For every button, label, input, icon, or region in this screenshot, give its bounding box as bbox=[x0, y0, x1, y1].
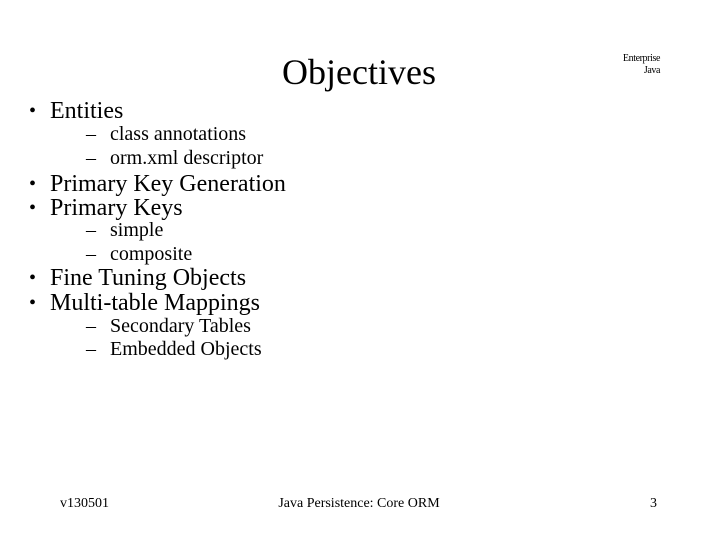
dash-icon: – bbox=[86, 123, 96, 145]
dash-icon: – bbox=[86, 219, 96, 241]
corner-label-line-1: Enterprise bbox=[622, 53, 661, 64]
slide-title: Objectives bbox=[282, 52, 436, 92]
outline-subitem-text: simple bbox=[110, 219, 164, 241]
footer-page-number: 3 bbox=[650, 496, 657, 511]
bullet-icon: • bbox=[29, 292, 37, 314]
outline-item: • Multi-table Mappings bbox=[0, 291, 720, 315]
bullet-icon: • bbox=[29, 197, 37, 219]
corner-label-line-2: Java bbox=[643, 65, 661, 76]
outline-item-text: Entities bbox=[50, 98, 124, 124]
outline-subitem-text: composite bbox=[110, 243, 193, 265]
outline-subitem-text: orm.xml descriptor bbox=[110, 147, 264, 169]
outline-item: • Primary Key Generation bbox=[0, 172, 720, 196]
outline-item-text: Primary Keys bbox=[50, 195, 183, 221]
outline-item: • Entities bbox=[0, 99, 720, 123]
outline-subitem-text: class annotations bbox=[110, 123, 247, 145]
outline-item: • Fine Tuning Objects bbox=[0, 266, 720, 290]
dash-icon: – bbox=[86, 147, 96, 169]
outline-subitem-text: Secondary Tables bbox=[110, 315, 251, 337]
outline-subitem: – orm.xml descriptor bbox=[0, 147, 720, 171]
outline-item-text: Multi-table Mappings bbox=[50, 290, 260, 316]
outline-item-text: Primary Key Generation bbox=[50, 171, 286, 197]
bullet-icon: • bbox=[29, 100, 37, 122]
outline-subitem: – Embedded Objects bbox=[0, 338, 720, 362]
footer-course-title: Java Persistence: Core ORM bbox=[278, 496, 440, 511]
dash-icon: – bbox=[86, 338, 96, 360]
bullet-icon: • bbox=[29, 173, 37, 195]
outline-subitem: – simple bbox=[0, 219, 720, 243]
outline-subitem: – class annotations bbox=[0, 123, 720, 147]
dash-icon: – bbox=[86, 315, 96, 337]
outline-subitem: – composite bbox=[0, 243, 720, 267]
outline-item-text: Fine Tuning Objects bbox=[50, 265, 247, 291]
outline-subitem-text: Embedded Objects bbox=[110, 338, 262, 360]
corner-label: Enterprise Java bbox=[622, 53, 661, 77]
bullet-icon: • bbox=[29, 267, 37, 289]
outline-subitem: – Secondary Tables bbox=[0, 315, 720, 339]
dash-icon: – bbox=[86, 243, 96, 265]
outline-item: • Primary Keys bbox=[0, 196, 720, 220]
